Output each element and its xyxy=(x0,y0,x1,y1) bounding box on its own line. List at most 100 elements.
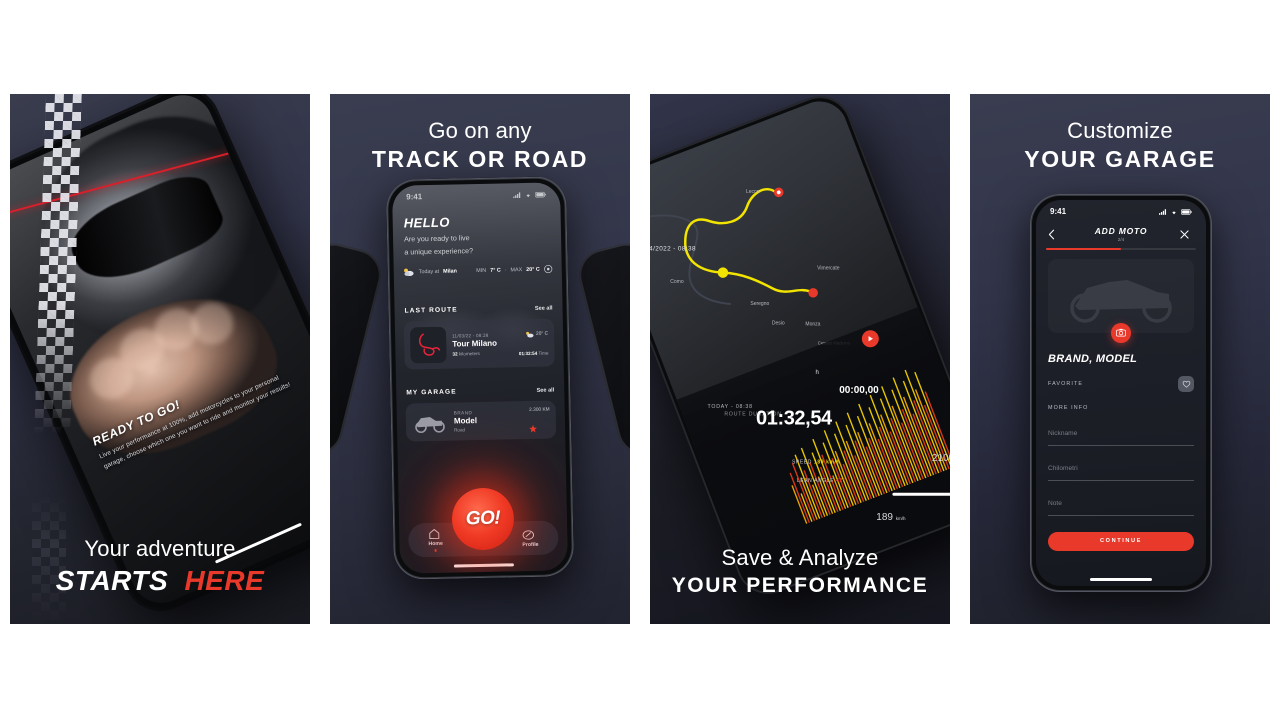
home-indicator-2 xyxy=(453,563,515,568)
route-right: 20° C 01:32:54 Time xyxy=(518,330,549,356)
garage-title: MY GARAGE xyxy=(406,388,457,397)
weather-min-value: 7° C xyxy=(490,267,501,274)
weather-max-label: MAX xyxy=(510,266,523,273)
route-temp-value: 20° C xyxy=(535,331,549,337)
tab-home[interactable]: Home xyxy=(428,528,443,552)
play-icon xyxy=(868,336,873,342)
screenshot-root: 9:41 READY TO GO! Live your performance … xyxy=(0,0,1280,720)
phone-screen-4: 9:41 ADD MOTO 2/4 BRAND, MODEL FAVORITE … xyxy=(1036,200,1206,586)
phone-mockup-3: 25/04/2022 - 08:38 Lecco Como Seregno De… xyxy=(650,94,950,604)
caption-top-4: Customize xyxy=(1067,118,1173,143)
add-photo-button[interactable] xyxy=(1111,322,1131,343)
moto-model: Model xyxy=(453,416,478,426)
continue-button[interactable]: CONTINUE xyxy=(1048,531,1194,551)
max-speed-unit: km/h xyxy=(896,515,906,521)
panel-customize-garage: Customize YOUR GARAGE 9:41 ADD MOTO 2/4 … xyxy=(970,94,1270,624)
duration-unit: h xyxy=(815,369,820,376)
caption-top-3: Save & Analyze xyxy=(721,544,879,570)
status-time-4: 9:41 xyxy=(1050,207,1067,216)
profile-icon[interactable] xyxy=(522,528,534,540)
chevron-left-icon[interactable] xyxy=(1048,229,1055,240)
weather-city: Milan xyxy=(443,267,457,275)
map-label-vimercate: Vimercate xyxy=(817,265,840,272)
route-time-label: Time xyxy=(538,350,549,356)
last-route-see-all[interactable]: See all xyxy=(535,305,553,311)
moto-type: Road xyxy=(454,427,466,433)
phone-mockup-2: 9:41 xyxy=(385,176,575,580)
caption-bottom-1: STARTS HERE xyxy=(10,564,310,598)
map-label-como: Como xyxy=(670,279,684,286)
route-name: Tour Milano xyxy=(452,338,498,349)
status-icons-4 xyxy=(1159,208,1192,215)
moto-thumbnail xyxy=(412,409,449,436)
tab-home-label: Home xyxy=(428,541,443,548)
status-bar-4: 9:41 xyxy=(1036,200,1206,218)
chilometri-input[interactable] xyxy=(1048,464,1194,472)
cloud-sun-icon xyxy=(404,268,414,277)
garage-header: MY GARAGE See all xyxy=(406,386,554,397)
route-time: 01:32:54 Time xyxy=(519,350,549,356)
phone-screen-2: 9:41 xyxy=(391,182,569,574)
cloud-sun-small-icon xyxy=(526,331,534,338)
last-route-card[interactable]: 11/03/22 - 08:38 Tour Milano 32 kilomete… xyxy=(403,318,555,370)
go-button-label: GO! xyxy=(465,507,501,530)
route-distance-unit: kilometers xyxy=(458,350,480,356)
route-temperature: 20° C xyxy=(518,330,548,338)
greeting-subtitle-line2: a unique experience? xyxy=(404,245,474,257)
weather-min-label: MIN xyxy=(476,267,487,274)
weather-values: MIN 7° C · MAX 20° C xyxy=(476,264,553,275)
battery-icon xyxy=(1181,208,1192,215)
greeting-title: HELLO xyxy=(403,214,450,231)
play-route-button[interactable] xyxy=(861,330,879,348)
moto-photo-placeholder[interactable] xyxy=(1048,259,1194,333)
caption-bottom-3: YOUR PERFORMANCE xyxy=(671,573,929,597)
side-phone-left xyxy=(330,238,387,460)
secondary-timer: 00:00,00 xyxy=(838,384,879,396)
caption-bottom-2: TRACK OR ROAD xyxy=(371,146,589,173)
speed-stat: SPEED 189 km/h xyxy=(792,459,840,465)
heart-icon xyxy=(1182,380,1190,388)
home-indicator-4 xyxy=(1090,578,1152,581)
garage-see-all[interactable]: See all xyxy=(536,387,554,393)
add-moto-navbar: ADD MOTO 2/4 xyxy=(1036,218,1206,242)
note-input[interactable] xyxy=(1048,499,1194,507)
map-label-seregno: Seregno xyxy=(750,300,770,307)
moto-km: 2.300 KM xyxy=(529,407,550,413)
lean-stat: LEAN ANGLE 42° xyxy=(797,479,846,485)
weather-location: Today at Milan xyxy=(403,266,457,277)
back-button[interactable] xyxy=(1048,229,1062,240)
map-label-monza: Monza xyxy=(805,321,821,328)
field-chilometri[interactable] xyxy=(1048,457,1194,481)
moto-right: 2.300 KM xyxy=(529,407,550,432)
tab-profile[interactable]: Profile xyxy=(522,528,539,548)
field-nickname[interactable] xyxy=(1048,422,1194,446)
star-icon[interactable] xyxy=(529,424,538,432)
favorite-toggle[interactable] xyxy=(1178,375,1194,392)
map-label-lecco: Lecco xyxy=(746,189,760,196)
garage-card[interactable]: BRAND Model Road 2.300 KM xyxy=(405,400,557,442)
panel-2-caption: Go on any TRACK OR ROAD xyxy=(330,118,630,174)
close-icon[interactable] xyxy=(1180,229,1189,239)
map-label-desio: Desio xyxy=(771,320,785,327)
caption-top-1: Your adventure xyxy=(84,536,236,562)
weather-prefix: Today at xyxy=(418,268,440,275)
location-target-icon[interactable] xyxy=(544,264,553,274)
greeting-subtitle-line1: Are you ready to live xyxy=(403,233,470,244)
rpm-readout: 2100 xyxy=(931,452,950,464)
moto-favorite-star[interactable] xyxy=(529,424,550,432)
close-button[interactable] xyxy=(1180,229,1194,239)
weather-separator: · xyxy=(504,266,507,273)
lean-value: 42° xyxy=(835,478,846,485)
home-icon[interactable] xyxy=(428,528,440,540)
nickname-input[interactable] xyxy=(1048,429,1194,437)
caption-bottom-red: HERE xyxy=(184,565,265,597)
favorite-label: FAVORITE xyxy=(1048,380,1084,387)
duration-value: 01:32,54 xyxy=(756,407,832,430)
telemetry-chart xyxy=(789,369,950,525)
moto-info: BRAND Model Road xyxy=(454,409,524,432)
field-note[interactable] xyxy=(1048,492,1194,516)
route-time-value: 01:32:54 xyxy=(518,350,538,356)
home-indicator-3 xyxy=(892,492,950,496)
route-info: 11/03/22 - 08:38 Tour Milano 32 kilomete… xyxy=(452,332,513,356)
speed-value: 189 km/h xyxy=(813,459,841,466)
